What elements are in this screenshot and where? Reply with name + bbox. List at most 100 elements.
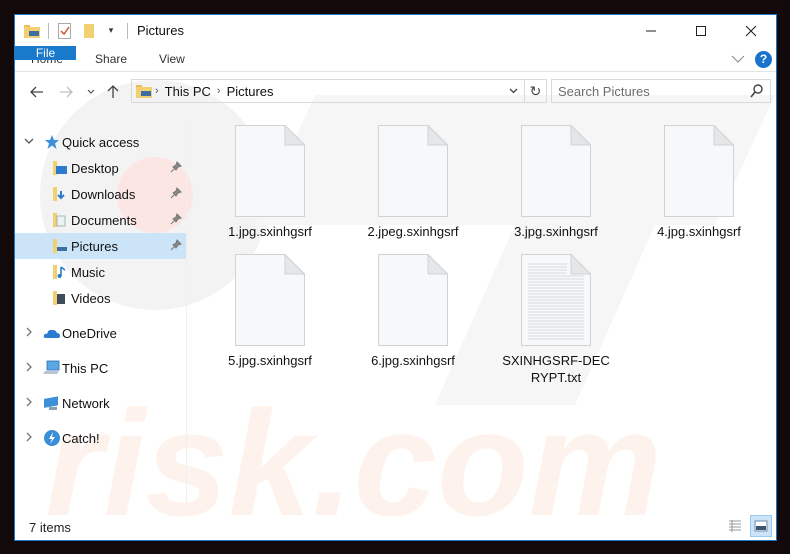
blank-file-icon bbox=[235, 124, 306, 217]
toolbar-divider bbox=[48, 22, 49, 39]
file-item[interactable]: 5.jpg.sxinhgsrf bbox=[205, 253, 335, 369]
large-icons-view-button[interactable] bbox=[750, 515, 772, 537]
videos-folder-icon bbox=[51, 289, 69, 307]
desktop-folder-icon bbox=[51, 159, 69, 177]
breadcrumb-chevron-icon[interactable]: › bbox=[155, 85, 159, 97]
file-item[interactable]: 2.jpeg.sxinhgsrf bbox=[348, 124, 478, 240]
pin-icon[interactable] bbox=[170, 187, 182, 202]
title-bar: ▾ Pictures bbox=[15, 15, 776, 46]
pin-icon[interactable] bbox=[170, 161, 182, 176]
sidebar-item-label: Videos bbox=[71, 290, 111, 306]
onedrive-icon bbox=[43, 324, 61, 342]
file-list: 1.jpg.sxinhgsrf 2.jpeg.sxinhgsrf 3.jpg.s… bbox=[201, 119, 776, 510]
minimize-button[interactable] bbox=[626, 15, 676, 46]
sidebar-item-downloads[interactable]: Downloads bbox=[15, 181, 186, 207]
file-item[interactable]: SXINHGSRF-DECRYPT.txt bbox=[491, 253, 621, 386]
catch-icon bbox=[43, 429, 61, 447]
customize-toolbar-dropdown-icon[interactable]: ▾ bbox=[102, 22, 120, 40]
file-name: 1.jpg.sxinhgsrf bbox=[228, 224, 312, 239]
collapse-chevron-icon[interactable] bbox=[23, 136, 35, 148]
expand-ribbon-icon[interactable] bbox=[731, 52, 745, 66]
sidebar-item-label: Catch! bbox=[62, 430, 100, 446]
help-button[interactable]: ? bbox=[755, 50, 772, 68]
tab-share[interactable]: Share bbox=[81, 46, 145, 71]
documents-folder-icon bbox=[51, 211, 69, 229]
blank-file-icon bbox=[235, 253, 306, 346]
sidebar-item-label: Pictures bbox=[71, 238, 118, 254]
sidebar-item-onedrive[interactable]: OneDrive bbox=[15, 320, 186, 346]
sidebar-item-music[interactable]: Music bbox=[15, 259, 186, 285]
sidebar-item-label: Downloads bbox=[71, 186, 136, 202]
file-item[interactable]: 3.jpg.sxinhgsrf bbox=[491, 124, 621, 240]
search-input[interactable] bbox=[558, 83, 738, 99]
file-name: 3.jpg.sxinhgsrf bbox=[514, 224, 598, 239]
sidebar-item-label: Documents bbox=[71, 212, 137, 228]
search-box[interactable] bbox=[551, 79, 771, 103]
sidebar-item-quick-access[interactable]: Quick access bbox=[15, 129, 186, 155]
pin-icon[interactable] bbox=[170, 213, 182, 228]
recent-locations-dropdown[interactable] bbox=[82, 80, 100, 104]
file-item[interactable]: 1.jpg.sxinhgsrf bbox=[205, 124, 335, 240]
address-history-dropdown-icon[interactable] bbox=[509, 86, 518, 97]
toolbar-divider bbox=[127, 22, 128, 39]
status-bar: 7 items bbox=[15, 514, 776, 540]
blank-file-icon bbox=[521, 124, 592, 217]
downloads-folder-icon bbox=[51, 185, 69, 203]
tab-file[interactable]: File bbox=[15, 46, 76, 60]
sidebar-item-label: Network bbox=[62, 395, 110, 411]
breadcrumb-this-pc[interactable]: This PC bbox=[165, 84, 211, 99]
breadcrumb-pictures[interactable]: Pictures bbox=[227, 84, 274, 99]
expand-chevron-icon[interactable] bbox=[23, 432, 35, 445]
file-name: SXINHGSRF-DECRYPT.txt bbox=[502, 353, 610, 385]
this-pc-icon bbox=[43, 359, 61, 377]
file-name: 4.jpg.sxinhgsrf bbox=[657, 224, 741, 239]
details-view-button[interactable] bbox=[724, 515, 746, 537]
pictures-folder-icon bbox=[23, 22, 41, 40]
blank-file-icon bbox=[378, 124, 449, 217]
pin-icon[interactable] bbox=[170, 239, 182, 254]
file-explorer-window: risk.com ▾ Pictures File Share View ? › … bbox=[14, 14, 777, 541]
back-button[interactable] bbox=[24, 80, 49, 104]
breadcrumb-chevron-icon[interactable]: › bbox=[217, 85, 221, 97]
text-file-icon bbox=[521, 253, 592, 346]
sidebar-item-desktop[interactable]: Desktop bbox=[15, 155, 186, 181]
refresh-button[interactable]: ↻ bbox=[525, 79, 547, 103]
navigation-bar: › This PC › Pictures ↻ bbox=[15, 79, 776, 105]
file-item[interactable]: 4.jpg.sxinhgsrf bbox=[634, 124, 764, 240]
file-item[interactable]: 6.jpg.sxinhgsrf bbox=[348, 253, 478, 369]
properties-icon[interactable] bbox=[56, 22, 74, 40]
ribbon-tabs: File Home Share View ? bbox=[15, 46, 776, 72]
up-button[interactable] bbox=[100, 80, 125, 104]
music-folder-icon bbox=[51, 263, 69, 281]
sidebar-item-label: This PC bbox=[62, 360, 109, 376]
expand-chevron-icon[interactable] bbox=[23, 397, 35, 410]
expand-chevron-icon[interactable] bbox=[23, 327, 35, 340]
blank-file-icon bbox=[664, 124, 735, 217]
sidebar-item-label: OneDrive bbox=[62, 325, 117, 341]
expand-chevron-icon[interactable] bbox=[23, 362, 35, 375]
forward-button[interactable] bbox=[53, 80, 78, 104]
new-folder-icon[interactable] bbox=[80, 22, 98, 40]
window-title: Pictures bbox=[137, 23, 184, 38]
file-name: 2.jpeg.sxinhgsrf bbox=[367, 224, 459, 239]
search-icon[interactable] bbox=[750, 83, 764, 102]
network-icon bbox=[43, 394, 61, 412]
sidebar-item-pictures[interactable]: Pictures bbox=[15, 233, 186, 259]
address-bar[interactable]: › This PC › Pictures bbox=[131, 79, 525, 103]
tab-view[interactable]: View bbox=[145, 46, 203, 71]
sidebar-item-videos[interactable]: Videos bbox=[15, 285, 186, 311]
star-icon bbox=[43, 133, 61, 151]
sidebar-item-catch[interactable]: Catch! bbox=[15, 425, 186, 451]
sidebar-item-this-pc[interactable]: This PC bbox=[15, 355, 186, 381]
sidebar-item-label: Quick access bbox=[62, 134, 140, 150]
sidebar-item-network[interactable]: Network bbox=[15, 390, 186, 416]
maximize-button[interactable] bbox=[676, 15, 726, 46]
quick-access-toolbar: ▾ Pictures bbox=[15, 22, 184, 40]
file-name: 6.jpg.sxinhgsrf bbox=[371, 353, 455, 368]
sidebar-item-documents[interactable]: Documents bbox=[15, 207, 186, 233]
pictures-location-icon bbox=[136, 84, 152, 98]
sidebar-item-label: Music bbox=[71, 264, 105, 280]
close-button[interactable] bbox=[726, 15, 776, 46]
item-count: 7 items bbox=[29, 519, 71, 535]
navigation-pane: Quick access Desktop Downloads Documents… bbox=[15, 119, 187, 510]
